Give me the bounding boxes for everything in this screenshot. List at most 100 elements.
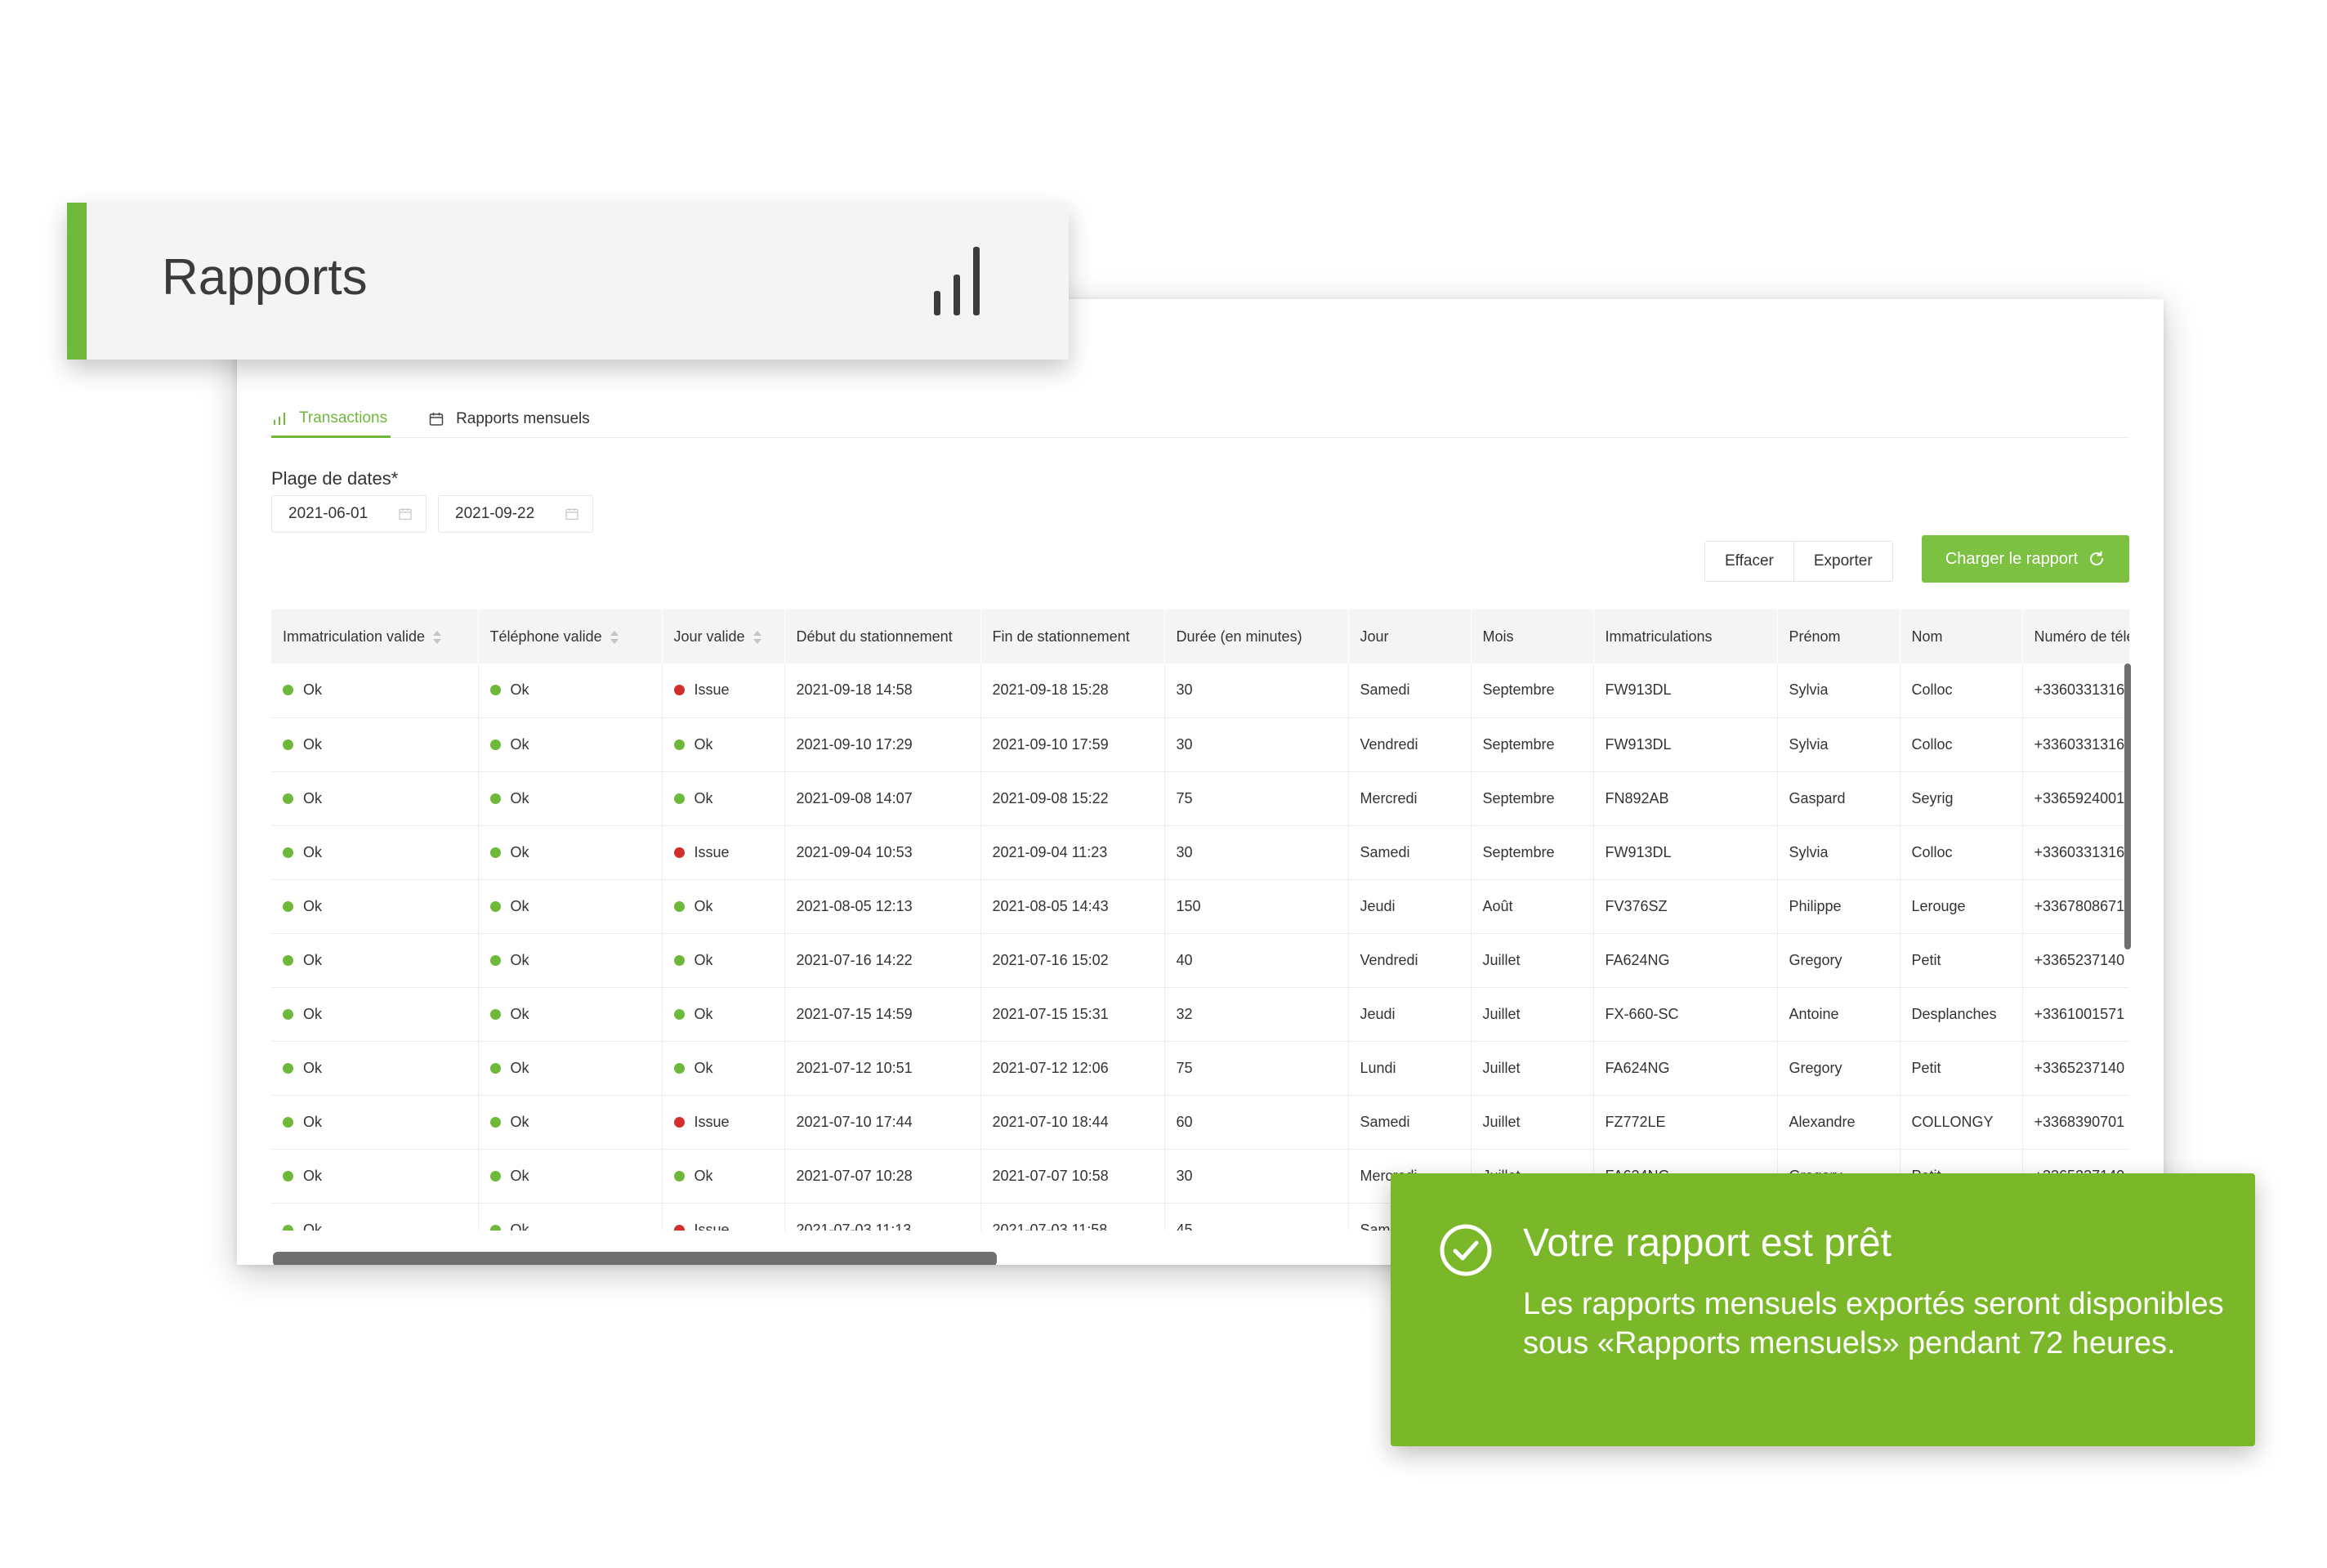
- table-row[interactable]: Ok Ok Ok 2021-09-10 17:29 2021-09-10 17:59 30…: [271, 717, 2129, 772]
- column-header[interactable]: Jour valide: [662, 610, 785, 663]
- table-cell: +3365924001: [2022, 771, 2129, 826]
- table-cell: FZ772LE: [1593, 1095, 1778, 1150]
- table-cell: +3360331316: [2022, 663, 2129, 718]
- status-issue-dot-icon: [673, 847, 685, 858]
- table-row[interactable]: Ok Ok Ok 2021-07-16 14:22 2021-07-16 15:02 40…: [271, 933, 2129, 988]
- table-row[interactable]: Ok Ok Issue 2021-09-04 10:53 2021-09-04 11:2…: [271, 825, 2129, 880]
- cell-value: Seyrig: [1911, 789, 1954, 806]
- status-ok-dot-icon: [489, 793, 501, 804]
- cell-value: Ok: [303, 735, 323, 753]
- column-header[interactable]: Téléphone valide: [478, 610, 663, 663]
- table-cell: Sylvia: [1777, 663, 1900, 718]
- tab-transactions[interactable]: Transactions: [271, 400, 391, 438]
- table-header-row: Immatriculation valide Téléphone valide Jo…: [271, 610, 2129, 663]
- table-row[interactable]: Ok Ok Ok 2021-07-12 10:51 2021-07-12 12:06 75…: [271, 1041, 2129, 1096]
- cell-value: 2021-07-07 10:28: [796, 1167, 913, 1184]
- cell-value: Ok: [510, 1221, 529, 1231]
- table-row[interactable]: Ok Ok Issue 2021-09-18 14:58 2021-09-18 15:2…: [271, 663, 2129, 718]
- column-header-label: Nom: [1911, 628, 1943, 645]
- cell-value: 2021-07-07 10:58: [992, 1167, 1109, 1184]
- table-cell: 2021-07-07 10:58: [980, 1149, 1165, 1204]
- table-cell: Ok: [662, 717, 785, 772]
- table-cell: Juillet: [1471, 933, 1594, 988]
- table-cell: Samedi: [1348, 825, 1472, 880]
- export-button[interactable]: Exporter: [1793, 542, 1892, 581]
- table-cell: Alexandre: [1777, 1095, 1900, 1150]
- table-cell: Ok: [271, 987, 479, 1042]
- cell-value: Ok: [303, 951, 323, 968]
- table-cell: Ok: [662, 987, 785, 1042]
- table-cell: FW913DL: [1593, 825, 1778, 880]
- sort-icon[interactable]: [610, 630, 619, 644]
- column-header[interactable]: Prénom: [1777, 610, 1900, 663]
- table-cell: +3360331316: [2022, 825, 2129, 880]
- tab-label: Rapports mensuels: [456, 410, 590, 427]
- table-cell: Août: [1471, 879, 1594, 934]
- column-header[interactable]: Numéro de télé: [2022, 610, 2129, 663]
- table-cell: +3360331316: [2022, 717, 2129, 772]
- column-header-label: Numéro de télé: [2034, 628, 2130, 645]
- sort-icon[interactable]: [433, 630, 442, 644]
- table-cell: FX-660-SC: [1593, 987, 1778, 1042]
- vertical-scrollbar[interactable]: [2124, 663, 2131, 949]
- table-row[interactable]: Ok Ok Issue 2021-07-10 17:44 2021-07-10 18:4…: [271, 1095, 2129, 1150]
- start-date-input[interactable]: 2021-06-01: [271, 495, 427, 533]
- cell-value: Ok: [510, 1113, 529, 1130]
- column-header[interactable]: Nom: [1900, 610, 2023, 663]
- page-title: Rapports: [162, 249, 368, 306]
- cell-value: Ok: [694, 1005, 713, 1022]
- cell-value: Ok: [510, 681, 529, 699]
- status-ok-dot-icon: [489, 954, 501, 966]
- table-cell: 2021-09-18 14:58: [784, 663, 981, 718]
- table-cell: FW913DL: [1593, 663, 1778, 718]
- table-row[interactable]: Ok Ok Ok 2021-07-15 14:59 2021-07-15 15:31 32…: [271, 987, 2129, 1042]
- cell-value: 2021-09-04 11:23: [992, 843, 1108, 860]
- load-report-button[interactable]: Charger le rapport: [1922, 535, 2129, 583]
- table-cell: Lundi: [1348, 1041, 1472, 1096]
- table-cell: Septembre: [1471, 663, 1594, 718]
- table-cell: Gregory: [1777, 933, 1900, 988]
- cell-value: Juillet: [1482, 951, 1521, 968]
- end-date-input[interactable]: 2021-09-22: [438, 495, 593, 533]
- cell-value: Ok: [510, 1167, 529, 1184]
- cell-value: Petit: [1911, 951, 1941, 968]
- column-header[interactable]: Immatriculations: [1593, 610, 1778, 663]
- table-cell: Ok: [478, 987, 663, 1042]
- action-button-group: Effacer Exporter: [1704, 541, 1893, 582]
- column-header[interactable]: Fin de stationnement: [980, 610, 1165, 663]
- cell-value: 75: [1176, 1059, 1193, 1076]
- table-cell: 75: [1164, 771, 1349, 826]
- status-ok-dot-icon: [489, 685, 501, 696]
- table-cell: Mercredi: [1348, 771, 1472, 826]
- cell-value: Ok: [510, 789, 529, 806]
- status-ok-dot-icon: [489, 1062, 501, 1074]
- column-header-label: Téléphone valide: [489, 628, 602, 645]
- table-cell: 32: [1164, 987, 1349, 1042]
- status-ok-dot-icon: [673, 739, 685, 750]
- sort-icon[interactable]: [753, 630, 762, 644]
- horizontal-scrollbar[interactable]: [273, 1252, 997, 1265]
- table-cell: Septembre: [1471, 825, 1594, 880]
- column-header-label: Mois: [1482, 628, 1514, 645]
- column-header[interactable]: Durée (en minutes): [1164, 610, 1349, 663]
- column-header[interactable]: Mois: [1471, 610, 1594, 663]
- column-header[interactable]: Immatriculation valide: [271, 610, 479, 663]
- table-cell: 2021-07-12 12:06: [980, 1041, 1165, 1096]
- column-header[interactable]: Jour: [1348, 610, 1472, 663]
- table-cell: FA624NG: [1593, 933, 1778, 988]
- cell-value: 40: [1176, 951, 1193, 968]
- cell-value: Gregory: [1789, 1059, 1842, 1076]
- status-ok-dot-icon: [283, 1116, 293, 1128]
- table-row[interactable]: Ok Ok Ok 2021-08-05 12:13 2021-08-05 14:43 15…: [271, 879, 2129, 934]
- cell-value: Desplanches: [1911, 1005, 1997, 1022]
- column-header[interactable]: Début du stationnement: [784, 610, 981, 663]
- table-row[interactable]: Ok Ok Ok 2021-09-08 14:07 2021-09-08 15:22 75…: [271, 771, 2129, 826]
- cell-value: +3360331316: [2034, 735, 2125, 753]
- cell-value: Antoine: [1789, 1005, 1839, 1022]
- clear-button[interactable]: Effacer: [1705, 542, 1793, 581]
- table-cell: 2021-09-18 15:28: [980, 663, 1165, 718]
- cell-value: +3361001571: [2034, 1005, 2125, 1022]
- table-cell: 2021-07-10 17:44: [784, 1095, 981, 1150]
- tab-monthly-reports[interactable]: Rapports mensuels: [428, 400, 593, 438]
- table-cell: Colloc: [1900, 825, 2023, 880]
